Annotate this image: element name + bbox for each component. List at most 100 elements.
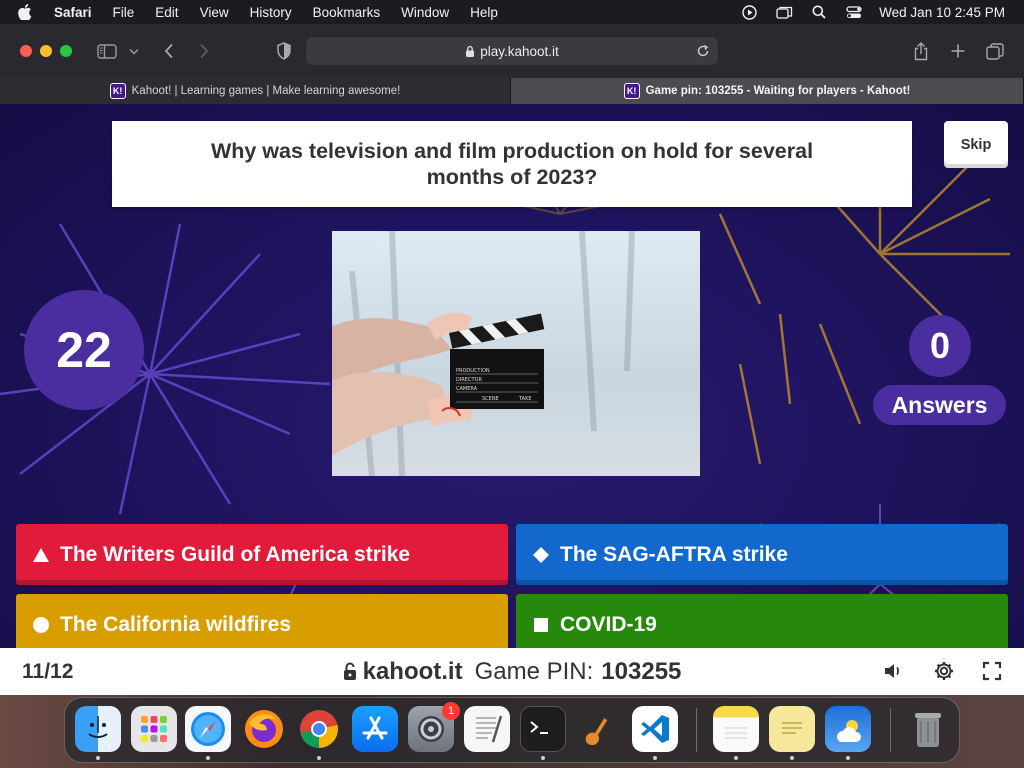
macos-dock: 1 bbox=[64, 697, 960, 763]
question-text: Why was television and film production o… bbox=[210, 139, 814, 189]
safari-icon[interactable] bbox=[185, 706, 231, 752]
minimize-window-button[interactable] bbox=[40, 45, 52, 57]
answer-text: The SAG-AFTRA strike bbox=[560, 542, 788, 566]
tab-bar: K! Kahoot! | Learning games | Make learn… bbox=[0, 78, 1024, 104]
kahoot-site-name: kahoot.it bbox=[362, 657, 463, 685]
launchpad-icon[interactable] bbox=[131, 706, 177, 752]
tab-title: Game pin: 103255 - Waiting for players -… bbox=[645, 85, 911, 97]
back-icon[interactable] bbox=[158, 40, 180, 62]
question-card: Why was television and film production o… bbox=[112, 121, 912, 207]
safari-running-indicator bbox=[206, 756, 210, 760]
secure-lock-icon bbox=[465, 45, 475, 58]
weather-icon[interactable] bbox=[825, 706, 871, 752]
answer-option-triangle[interactable]: The Writers Guild of America strike bbox=[16, 524, 508, 585]
app-store-icon[interactable] bbox=[352, 706, 398, 752]
dock-separator bbox=[696, 708, 697, 752]
settings-gear-icon[interactable] bbox=[933, 660, 955, 682]
dock-separator bbox=[890, 708, 891, 752]
control-center-icon[interactable] bbox=[845, 5, 863, 19]
menu-bar: Safari File Edit View History Bookmarks … bbox=[0, 0, 1024, 24]
kahoot-game-area: Why was television and film production o… bbox=[0, 104, 1024, 695]
notification-badge: 1 bbox=[442, 702, 460, 720]
answer-option-diamond[interactable]: The SAG-AFTRA strike bbox=[516, 524, 1008, 585]
menu-window[interactable]: Window bbox=[401, 5, 449, 20]
chrome-running-indicator bbox=[317, 756, 321, 760]
clapper-text-camera: CAMERA bbox=[456, 386, 478, 392]
address-bar[interactable]: play.kahoot.it bbox=[306, 37, 718, 65]
notes-running-indicator bbox=[734, 756, 738, 760]
lock-icon bbox=[343, 662, 357, 681]
game-status-bar: 11/12 kahoot.it Game PIN: 103255 bbox=[0, 648, 1024, 695]
answer-text: The Writers Guild of America strike bbox=[60, 542, 411, 566]
countdown-timer: 22 bbox=[24, 290, 144, 410]
firefox-icon[interactable] bbox=[241, 706, 287, 752]
vscode-icon[interactable] bbox=[632, 706, 678, 752]
answers-label: Answers bbox=[873, 385, 1006, 425]
vscode-running-indicator bbox=[653, 756, 657, 760]
tab-group-chevron-icon[interactable] bbox=[126, 40, 142, 62]
menu-help[interactable]: Help bbox=[470, 5, 498, 20]
answer-text: The California wildfires bbox=[60, 612, 292, 636]
game-pin-display: kahoot.it Game PIN: 103255 bbox=[0, 648, 1024, 695]
play-status-icon[interactable] bbox=[740, 4, 758, 20]
reload-icon[interactable] bbox=[696, 44, 710, 58]
stickies-running-indicator bbox=[790, 756, 794, 760]
sidebar-toggle-icon[interactable] bbox=[96, 40, 118, 62]
stickies-icon[interactable] bbox=[769, 706, 815, 752]
circle-icon bbox=[32, 616, 50, 634]
triangle-icon bbox=[32, 546, 50, 564]
new-tab-icon[interactable] bbox=[947, 40, 969, 62]
menubar-clock[interactable]: Wed Jan 10 2:45 PM bbox=[879, 5, 1005, 20]
tab-kahoot-home[interactable]: K! Kahoot! | Learning games | Make learn… bbox=[0, 78, 511, 104]
screen-mirroring-icon[interactable] bbox=[775, 5, 793, 19]
skip-button[interactable]: Skip bbox=[944, 121, 1008, 168]
window-controls bbox=[20, 45, 72, 57]
notes-icon[interactable] bbox=[713, 706, 759, 752]
clapper-text-scene: SCENE bbox=[482, 396, 499, 402]
url-text: play.kahoot.it bbox=[480, 43, 559, 59]
menu-view[interactable]: View bbox=[200, 5, 229, 20]
privacy-shield-icon[interactable] bbox=[273, 40, 295, 62]
browser-toolbar: play.kahoot.it bbox=[0, 24, 1024, 78]
menu-history[interactable]: History bbox=[250, 5, 292, 20]
garageband-icon[interactable] bbox=[576, 706, 622, 752]
menu-edit[interactable]: Edit bbox=[155, 5, 178, 20]
game-pin-value: 103255 bbox=[601, 657, 682, 685]
menu-app-name[interactable]: Safari bbox=[54, 5, 92, 20]
kahoot-favicon-icon: K! bbox=[623, 83, 640, 99]
apple-menu-icon[interactable] bbox=[18, 4, 34, 20]
clapper-text-director: DIRECTOR bbox=[456, 377, 482, 383]
game-pin-label: Game PIN: bbox=[474, 657, 594, 685]
tab-overview-icon[interactable] bbox=[984, 40, 1006, 62]
close-window-button[interactable] bbox=[20, 45, 32, 57]
menu-file[interactable]: File bbox=[113, 5, 135, 20]
clapper-text-production: PRODUCTION bbox=[456, 368, 490, 374]
terminal-icon[interactable] bbox=[520, 706, 566, 752]
finder-running-indicator bbox=[96, 756, 100, 760]
clapper-text-take: TAKE bbox=[518, 396, 532, 402]
answer-option-circle[interactable]: The California wildfires bbox=[16, 594, 508, 655]
terminal-running-indicator bbox=[541, 756, 545, 760]
tab-title: Kahoot! | Learning games | Make learning… bbox=[131, 85, 401, 97]
trash-icon[interactable] bbox=[905, 706, 951, 752]
kahoot-favicon-icon: K! bbox=[109, 83, 126, 99]
question-image: PRODUCTION DIRECTOR CAMERA SCENE TAKE bbox=[332, 231, 700, 476]
menu-bookmarks[interactable]: Bookmarks bbox=[313, 5, 381, 20]
volume-icon[interactable] bbox=[882, 660, 904, 682]
answer-count: 0 bbox=[909, 315, 971, 377]
finder-icon[interactable] bbox=[75, 706, 121, 752]
weather-running-indicator bbox=[846, 756, 850, 760]
textedit-icon[interactable] bbox=[464, 706, 510, 752]
clapperboard-photo: PRODUCTION DIRECTOR CAMERA SCENE TAKE bbox=[332, 231, 700, 476]
diamond-icon bbox=[532, 546, 550, 564]
share-icon[interactable] bbox=[910, 40, 932, 62]
square-icon bbox=[532, 616, 550, 634]
forward-icon[interactable] bbox=[193, 40, 215, 62]
spotlight-search-icon[interactable] bbox=[810, 5, 828, 19]
answer-text: COVID-19 bbox=[560, 612, 657, 636]
answer-option-square[interactable]: COVID-19 bbox=[516, 594, 1008, 655]
fullscreen-icon[interactable] bbox=[981, 660, 1003, 682]
zoom-window-button[interactable] bbox=[60, 45, 72, 57]
tab-game-pin[interactable]: K! Game pin: 103255 - Waiting for player… bbox=[511, 78, 1024, 104]
chrome-icon[interactable] bbox=[296, 706, 342, 752]
